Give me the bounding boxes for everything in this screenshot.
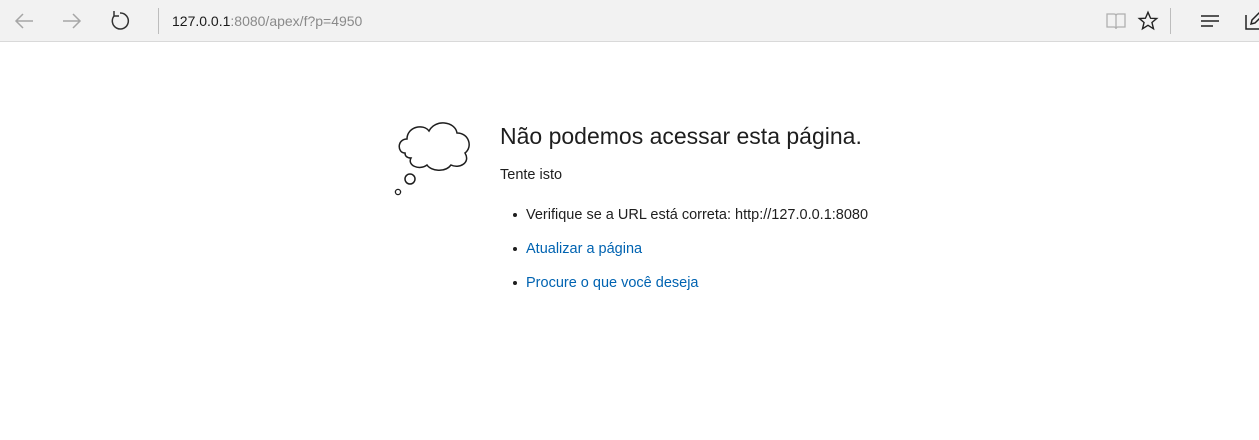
error-page: Não podemos acessar esta página. Tente i… [0,43,1259,440]
try-this-label: Tente isto [500,167,563,183]
refresh-button[interactable] [104,5,136,37]
star-icon [1137,10,1159,31]
list-item: Atualizar a página [500,239,868,273]
hub-button[interactable] [1194,5,1226,37]
toolbar-divider-right [1170,8,1171,34]
hamburger-icon [1201,15,1219,27]
thought-cloud-icon [394,122,470,196]
arrow-left-icon [14,13,33,29]
refresh-icon [111,11,129,30]
back-button[interactable] [8,5,40,37]
error-title: Não podemos acessar esta página. [500,123,862,149]
suggestion-list: Verifique se a URL está correta: http://… [500,205,868,307]
address-bar[interactable]: 127.0.0.1:8080/apex/f?p=4950 [172,11,362,31]
toolbar-divider [158,8,159,34]
check-url-text: Verifique se a URL está correta: http://… [526,207,869,223]
web-note-button[interactable] [1238,5,1259,37]
address-host: 127.0.0.1 [172,13,231,29]
list-item: Verifique se a URL está correta: http://… [500,205,868,239]
arrow-right-icon [63,13,82,29]
address-path: :8080/apex/f?p=4950 [230,13,363,29]
reading-view-button[interactable] [1100,5,1132,37]
book-icon [1106,13,1126,30]
forward-button[interactable] [56,5,88,37]
browser-toolbar: 127.0.0.1:8080/apex/f?p=4950 [0,0,1259,42]
refresh-page-link[interactable]: Atualizar a página [526,241,642,257]
favorite-button[interactable] [1132,5,1164,37]
pen-icon [1245,11,1259,30]
search-link[interactable]: Procure o que você deseja [526,275,699,291]
list-item: Procure o que você deseja [500,273,868,307]
